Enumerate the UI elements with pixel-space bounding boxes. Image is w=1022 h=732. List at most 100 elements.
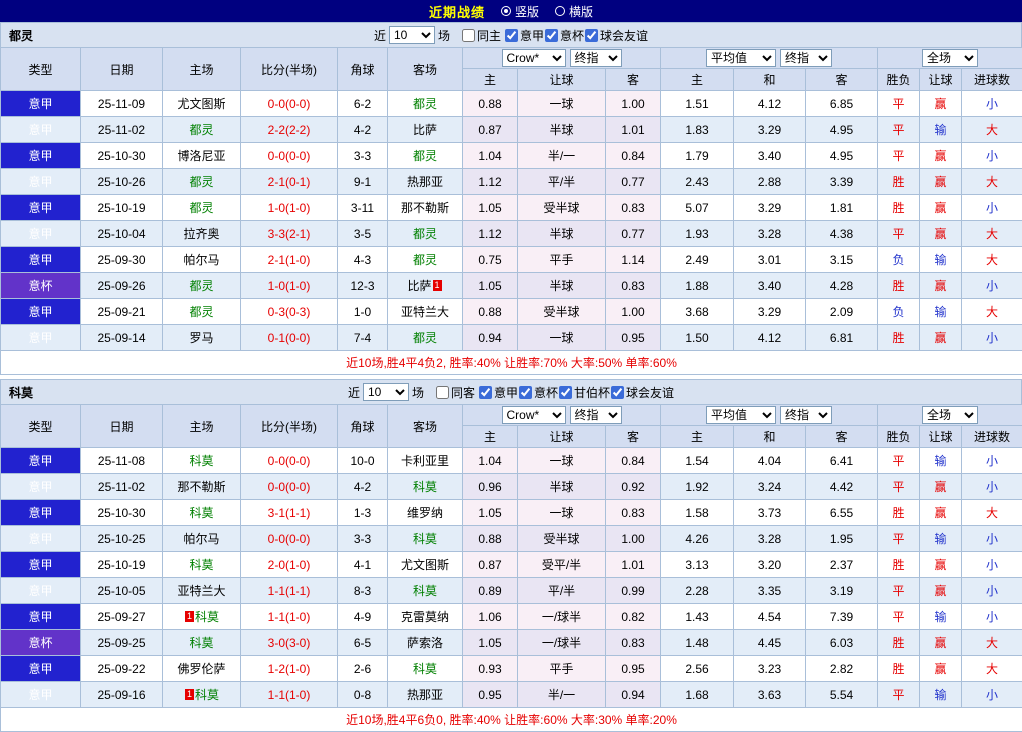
league-checkbox[interactable] — [611, 386, 624, 399]
league-badge: 意甲 — [1, 221, 81, 247]
radio-horizontal-dot[interactable] — [555, 6, 565, 16]
same-venue-checkbox[interactable] — [436, 386, 449, 399]
team-name: 科莫 — [9, 384, 33, 401]
home-odds: 1.06 — [463, 604, 518, 630]
avg-home-odds: 2.43 — [661, 169, 734, 195]
handicap-line: 一球 — [518, 448, 606, 474]
fulltime-select[interactable]: 全场 — [922, 49, 978, 67]
league-checkbox[interactable] — [545, 29, 558, 42]
league-filter[interactable]: 意甲 — [504, 27, 544, 44]
odds-company-select[interactable]: Crow* — [502, 406, 566, 424]
league-label: 球会友谊 — [626, 384, 674, 401]
match-result: 胜 — [878, 656, 920, 682]
home-odds: 0.88 — [463, 299, 518, 325]
match-row: 意甲25-09-271科莫1-1(1-0)4-9克雷莫纳1.06一/球半0.82… — [1, 604, 1022, 630]
avg-final-select[interactable]: 终指 — [780, 49, 832, 67]
league-filter[interactable]: 意甲 — [478, 384, 518, 401]
handicap-result: 赢 — [920, 273, 962, 299]
league-filter[interactable]: 球会友谊 — [584, 27, 648, 44]
away-odds: 1.01 — [606, 552, 661, 578]
away-team: 科莫 — [388, 526, 463, 552]
radio-vertical[interactable]: 竖版 — [501, 3, 539, 20]
odds-final-select[interactable]: 终指 — [570, 406, 622, 424]
handicap-result: 赢 — [920, 325, 962, 351]
match-result: 负 — [878, 247, 920, 273]
team-text: 比萨 — [407, 279, 431, 293]
team-text: 都灵 — [413, 227, 437, 241]
avg-final-select[interactable]: 终指 — [780, 406, 832, 424]
away-odds: 1.00 — [606, 526, 661, 552]
avg-select[interactable]: 平均值 — [706, 406, 776, 424]
avg-home-odds: 1.88 — [661, 273, 734, 299]
match-count-select[interactable]: 10 — [363, 383, 409, 401]
avg-home-odds: 1.93 — [661, 221, 734, 247]
matches-label: 场 — [412, 384, 424, 401]
fulltime-select[interactable]: 全场 — [922, 406, 978, 424]
match-score: 3-0(3-0) — [241, 630, 338, 656]
match-score: 0-0(0-0) — [241, 474, 338, 500]
match-row: 意甲25-11-02那不勒斯0-0(0-0)4-2科莫0.96半球0.921.9… — [1, 474, 1022, 500]
handicap-line: 半球 — [518, 273, 606, 299]
matches-label: 场 — [438, 27, 450, 44]
goals-result: 大 — [962, 656, 1022, 682]
avg-select[interactable]: 平均值 — [706, 49, 776, 67]
away-odds: 1.01 — [606, 117, 661, 143]
away-team: 尤文图斯 — [388, 552, 463, 578]
league-filter[interactable]: 意杯 — [518, 384, 558, 401]
away-team: 那不勒斯 — [388, 195, 463, 221]
match-date: 25-10-30 — [81, 500, 163, 526]
home-odds: 1.05 — [463, 630, 518, 656]
avg-draw-odds: 3.01 — [734, 247, 806, 273]
avg-home-odds: 1.43 — [661, 604, 734, 630]
league-filter[interactable]: 球会友谊 — [610, 384, 674, 401]
avg-away-odds: 6.81 — [806, 325, 878, 351]
col-odds-away: 客 — [606, 426, 661, 448]
match-row: 意甲25-10-19科莫2-0(1-0)4-1尤文图斯0.87受平/半1.013… — [1, 552, 1022, 578]
team-text: 博洛尼亚 — [177, 149, 225, 163]
league-badge: 意甲 — [1, 325, 81, 351]
radio-horizontal-label: 横版 — [569, 3, 593, 20]
avg-home-odds: 1.68 — [661, 682, 734, 708]
radio-horizontal[interactable]: 横版 — [555, 3, 593, 20]
match-date: 25-10-19 — [81, 552, 163, 578]
league-checkbox[interactable] — [505, 29, 518, 42]
away-odds: 0.83 — [606, 273, 661, 299]
match-date: 25-10-25 — [81, 526, 163, 552]
home-team: 1科莫 — [163, 604, 241, 630]
goals-result: 小 — [962, 448, 1022, 474]
corner-score: 4-9 — [338, 604, 388, 630]
col-home: 主场 — [163, 48, 241, 91]
same-venue-checkbox[interactable] — [462, 29, 475, 42]
same-venue-filter[interactable]: 同客 — [435, 384, 475, 401]
team-text: 科莫 — [189, 558, 213, 572]
match-result: 负 — [878, 299, 920, 325]
match-row: 意甲25-10-25帕尔马0-0(0-0)3-3科莫0.88受半球1.004.2… — [1, 526, 1022, 552]
match-count-select[interactable]: 10 — [389, 26, 435, 44]
goals-result: 小 — [962, 143, 1022, 169]
league-filter[interactable]: 意杯 — [544, 27, 584, 44]
team-text: 都灵 — [189, 201, 213, 215]
match-score: 0-0(0-0) — [241, 448, 338, 474]
team-text: 萨索洛 — [407, 636, 443, 650]
league-filters: 意甲意杯球会友谊 — [504, 27, 648, 44]
league-checkbox[interactable] — [519, 386, 532, 399]
league-filter[interactable]: 甘伯杯 — [558, 384, 610, 401]
odds-header: Crow* 终指 — [463, 405, 661, 426]
col-result: 胜负 — [878, 426, 920, 448]
league-checkbox[interactable] — [559, 386, 572, 399]
odds-final-select[interactable]: 终指 — [570, 49, 622, 67]
home-odds: 1.05 — [463, 273, 518, 299]
league-checkbox[interactable] — [479, 386, 492, 399]
col-avg-home: 主 — [661, 69, 734, 91]
team-text: 卡利亚里 — [401, 454, 449, 468]
odds-company-select[interactable]: Crow* — [502, 49, 566, 67]
league-checkbox[interactable] — [585, 29, 598, 42]
away-odds: 0.77 — [606, 169, 661, 195]
match-result: 平 — [878, 143, 920, 169]
home-team: 罗马 — [163, 325, 241, 351]
same-venue-filter[interactable]: 同主 — [461, 27, 501, 44]
team-text: 尤文图斯 — [401, 558, 449, 572]
away-team: 科莫 — [388, 474, 463, 500]
away-odds: 1.00 — [606, 299, 661, 325]
radio-vertical-dot[interactable] — [501, 6, 511, 16]
